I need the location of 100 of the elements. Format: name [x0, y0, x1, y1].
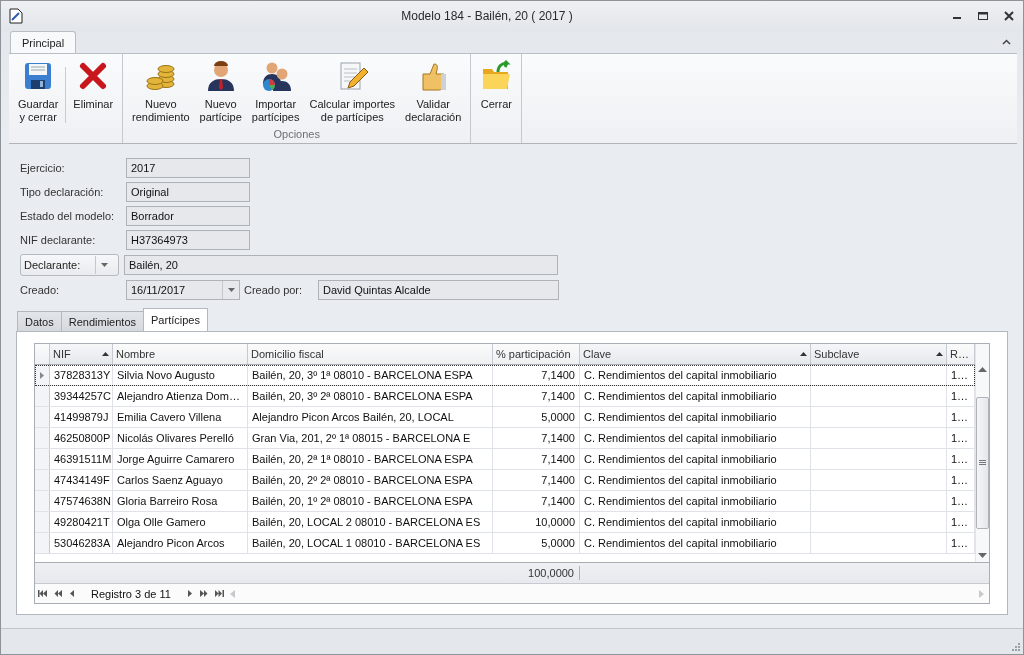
tab[interactable]: Rendimientos [60, 311, 144, 331]
previous-page-icon[interactable] [53, 590, 62, 597]
table-cell: 1… [951, 537, 969, 549]
scroll-down-icon[interactable] [978, 553, 987, 558]
table-cell: 5,0000 [541, 411, 575, 423]
collapse-ribbon-icon[interactable] [1002, 39, 1011, 45]
read-only-field[interactable]: H37364973 [126, 230, 250, 250]
ribbon-button[interactable]: Nuevo partícipe [194, 57, 247, 127]
table-cell: 7,1400 [541, 453, 575, 465]
read-only-field[interactable]: 2017 [126, 158, 250, 178]
table-row[interactable]: 46250800P Nicolás Olivares Perelló Gran Via, 201, 2º 1ª 08015 - BARCELONA E 7,1400 C. Rendimientos del capital inmobiliario 1… [35, 428, 975, 449]
declarant-type-dropdown[interactable]: Declarante: [20, 254, 119, 276]
previous-record-icon[interactable] [68, 590, 77, 597]
scrollbar-thumb[interactable] [976, 396, 989, 529]
table-row[interactable]: 41499879J Emilia Cavero Villena Alejandro Picon Arcos Bailén, 20, LOCAL 5,0000 C. Rendimientos del capital inmobiliario 1… [35, 407, 975, 428]
table-cell: Gran Via, 201, 2º 1ª 08015 - BARCELONA E [252, 432, 471, 444]
first-record-icon[interactable] [38, 590, 47, 597]
table-cell: C. Rendimientos del capital inmobiliario [584, 537, 777, 549]
table-row[interactable]: 37828313Y Silvia Novo Augusto Bailén, 20, 3º 1ª 08010 - BARCELONA ESPA 7,1400 C. Rendimientos del capital inmobiliario 1… [35, 365, 975, 386]
row-header[interactable] [35, 365, 50, 385]
read-only-field[interactable]: Borrador [126, 206, 250, 226]
table-cell: C. Rendimientos del capital inmobiliario [584, 390, 777, 402]
table-cell: 1… [951, 411, 969, 423]
grip-icon [979, 460, 986, 465]
table-cell: Alejandro Picon Arcos Bailén, 20, LOCAL [252, 411, 454, 423]
read-only-field[interactable]: Bailén, 20 [124, 255, 558, 275]
table-cell: Carlos Saenz Aguayo [117, 474, 223, 486]
scroll-up-icon[interactable] [978, 367, 987, 372]
table-cell: 7,1400 [541, 432, 575, 444]
table-cell: Alejandro Picon Arcos [117, 537, 225, 549]
table-cell: 10,0000 [535, 516, 575, 528]
ribbon-tab[interactable]: Principal [10, 31, 77, 53]
field-label: Tipo declaración: [20, 186, 105, 198]
table-cell: 41499879J [54, 411, 109, 423]
table-row[interactable]: 39344257C Alejandro Atienza Dom… Bailén, 20, 3º 2ª 08010 - BARCELONA ESPA 7,1400 C. Rendimientos del capital inmobiliario 1… [35, 386, 975, 407]
folder-arrow-icon [480, 60, 513, 92]
table-cell: C. Rendimientos del capital inmobiliario [584, 432, 777, 444]
dropdown-arrow-icon [100, 263, 108, 267]
ribbon-button[interactable]: Importar partícipes [246, 57, 305, 127]
table-cell: Bailén, 20, LOCAL 1 08010 - BARCELONA ES [252, 537, 481, 549]
tab[interactable]: Partícipes [143, 308, 208, 331]
column-header[interactable]: Nombre [113, 344, 248, 364]
window-title: Modelo 184 - Bailén, 20 ( 2017 ) [400, 9, 574, 23]
ribbon-button[interactable]: Eliminar [68, 57, 119, 114]
maximize-icon[interactable] [977, 10, 989, 22]
ribbon-button[interactable]: Validar declaración [400, 57, 467, 127]
column-header[interactable]: Subclave [811, 344, 947, 364]
sort-ascending-icon [936, 352, 943, 356]
field-label: Creado: [20, 284, 61, 296]
table-cell: Nicolás Olivares Perelló [117, 432, 234, 444]
table-cell: Bailén, 20, 3º 2ª 08010 - BARCELONA ESPA [252, 390, 473, 402]
next-page-icon[interactable] [199, 590, 209, 597]
table-cell: 49280421T [54, 516, 110, 528]
table-cell: Alejandro Atienza Dom… [117, 390, 240, 402]
table-cell: 39344257C [54, 390, 111, 402]
table-cell: 7,1400 [541, 390, 575, 402]
table-cell: 7,1400 [541, 369, 575, 381]
table-row[interactable]: 49280421T Olga Olle Gamero Bailén, 20, LOCAL 2 08010 - BARCELONA ES 10,0000 C. Rendimientos del capital inmobiliario 1… [35, 512, 975, 533]
table-cell: C. Rendimientos del capital inmobiliario [584, 495, 777, 507]
app-icon [9, 8, 23, 24]
total-value: 100,0000 [493, 566, 580, 580]
date-field[interactable]: 16/11/2017 [126, 280, 240, 300]
table-row[interactable]: 47434149F Carlos Saenz Aguayo Bailén, 20, 2º 2ª 08010 - BARCELONA ESPA 7,1400 C. Rendimientos del capital inmobiliario 1… [35, 470, 975, 491]
column-header[interactable]: NIF [50, 344, 113, 364]
table-cell: 1… [951, 369, 969, 381]
table-cell: C. Rendimientos del capital inmobiliario [584, 369, 777, 381]
read-only-field[interactable]: Original [126, 182, 250, 202]
ribbon-button[interactable]: Calcular importes de partícipes [304, 57, 401, 127]
table-row[interactable]: 47574638N Gloria Barreiro Rosa Bailén, 20, 1º 2ª 08010 - BARCELONA ESPA 7,1400 C. Rendimientos del capital inmobiliario 1… [35, 491, 975, 512]
table-cell: 47574638N [54, 495, 111, 507]
dropdown-arrow-icon [227, 288, 235, 292]
resize-grip-icon[interactable] [1011, 642, 1020, 651]
table-cell: Bailén, 20, 2ª 1ª 08010 - BARCELONA ESPA [252, 453, 473, 465]
table-cell: Silvia Novo Augusto [117, 369, 215, 381]
tab[interactable]: Datos [17, 311, 62, 331]
sort-ascending-icon [800, 352, 807, 356]
ribbon-button[interactable]: Guardar y cerrar [13, 57, 64, 127]
table-cell: 37828313Y [54, 369, 111, 381]
table-cell: 7,1400 [541, 474, 575, 486]
table-cell: 1… [951, 474, 969, 486]
column-header[interactable]: Domicilio fiscal [248, 344, 493, 364]
last-record-icon[interactable] [214, 590, 224, 597]
read-only-field[interactable]: David Quintas Alcalde [318, 280, 559, 300]
table-cell: C. Rendimientos del capital inmobiliario [584, 474, 777, 486]
field-label: Creado por: [244, 284, 304, 296]
table-cell: Bailén, 20, 1º 2ª 08010 - BARCELONA ESPA [252, 495, 473, 507]
table-cell: 7,1400 [541, 495, 575, 507]
field-label: NIF declarante: [20, 234, 97, 246]
ribbon-button[interactable]: Nuevo rendimiento [127, 57, 195, 127]
table-row[interactable]: 53046283A Alejandro Picon Arcos Bailén, 20, LOCAL 1 08010 - BARCELONA ES 5,0000 C. Rendimientos del capital inmobiliario 1… [35, 533, 975, 554]
table-cell: Bailén, 20, LOCAL 2 08010 - BARCELONA ES [252, 516, 481, 528]
record-counter: Registro 3 de 11 [90, 587, 172, 600]
close-icon[interactable] [1003, 10, 1015, 22]
table-cell: 46250800P [54, 432, 111, 444]
column-header[interactable]: Clave [580, 344, 811, 364]
table-row[interactable]: 46391511M Jorge Aguirre Camarero Bailén, 20, 2ª 1ª 08010 - BARCELONA ESPA 7,1400 C. Rendimientos del capital inmobiliario 1… [35, 449, 975, 470]
table-cell: Bailén, 20, 2º 2ª 08010 - BARCELONA ESPA [252, 474, 473, 486]
ribbon-button[interactable]: Cerrar [475, 57, 518, 114]
table-cell: 5,0000 [541, 537, 575, 549]
table-cell: Emilia Cavero Villena [117, 411, 222, 423]
